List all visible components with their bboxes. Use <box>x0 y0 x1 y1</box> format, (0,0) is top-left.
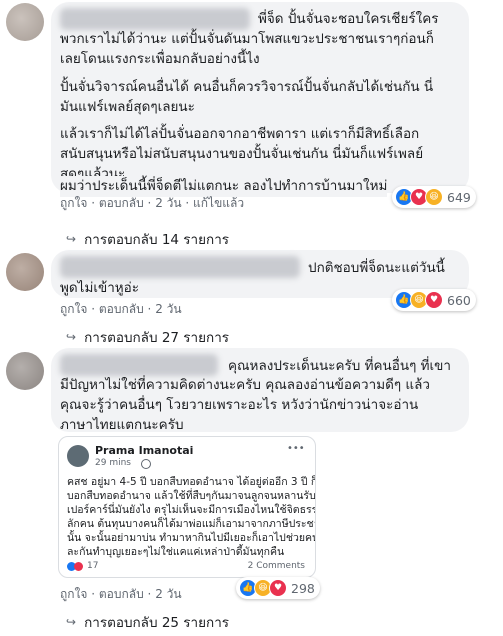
haha-icon: 😆 <box>425 188 443 206</box>
post-line: ลักคน ต้นทุนบางคนก็ได้มาพ่อแม่ก็เอามาจาก… <box>67 518 315 530</box>
globe-icon <box>141 459 151 469</box>
like-link[interactable]: ถูกใจ <box>60 194 87 213</box>
comment-line: คุณหลงประเด็นนะครับ ที่คนอื่นๆ ที่เขา <box>228 358 451 374</box>
commenter-name[interactable] <box>60 8 250 30</box>
love-icon: ♥ <box>425 291 443 309</box>
post-line: นั้น จะนั้นอย่ามาบ่น ทำมาหากินไปมีเยอะก็… <box>67 532 316 544</box>
view-replies-link[interactable]: ↪ การตอบกลับ 27 รายการ <box>66 326 229 348</box>
comment-line: พวกเราไม่ได้ว่านะ แต่ปั้นจั่นดันมาโพสแขว… <box>60 31 434 47</box>
replies-label: การตอบกลับ 25 รายการ <box>84 615 230 631</box>
comment-time[interactable]: 2 วัน <box>155 194 181 213</box>
comment-line: มันแฟร์เพลย์สุดๆเลยนะ <box>60 99 195 115</box>
post-comment-count: 2 Comments <box>247 561 305 571</box>
post-author-name: Prama Imanotai <box>95 444 194 457</box>
post-line: คสช อยู่มา 4-5 ปี บอกสืบทอดอำนาจ ได้อยู่… <box>67 476 316 488</box>
reaction-summary[interactable]: 👍 😆 ♥ 660 <box>392 289 476 311</box>
comment-line: เลยโดนแรงกระเพื่อมกลับอย่างนี้ไง <box>60 51 260 67</box>
view-replies-link[interactable]: ↪ การตอบกลับ 14 รายการ <box>66 228 229 250</box>
reaction-count: 649 <box>447 189 471 205</box>
embedded-post-image[interactable]: Prama Imanotai 29 mins ••• คสช อยู่มา 4-… <box>58 436 316 578</box>
like-link[interactable]: ถูกใจ <box>60 300 87 319</box>
reply-link[interactable]: ตอบกลับ <box>99 194 144 213</box>
commenter-name[interactable] <box>60 354 218 376</box>
reply-link[interactable]: ตอบกลับ <box>99 300 144 319</box>
reaction-summary[interactable]: 👍 😆 ♥ 298 <box>236 577 320 599</box>
avatar[interactable] <box>6 253 44 291</box>
replies-label: การตอบกลับ 27 รายการ <box>84 330 230 346</box>
comment-line: พี่จ็ด ปั้นจั่นจะชอบใครเชียร์ใคร <box>258 11 439 27</box>
reply-arrow-icon: ↪ <box>66 232 77 246</box>
commenter-name[interactable] <box>60 256 300 278</box>
comment-actions: ถูกใจ · ตอบกลับ · 2 วัน · แก้ไขแล้ว <box>60 194 244 213</box>
comment-line: คุณจะรู้ว่าคนอื่นๆ โวยวายเพราะอะไร หวังว… <box>60 397 419 413</box>
more-options-icon: ••• <box>287 443 305 454</box>
comment-line: ปั้นจั่นวิจารณ์คนอื่นได้ คนอื่นก็ควรวิจา… <box>60 79 434 95</box>
post-line: เปอร์คาร์นี่มันยังไง ตรุไม่เห็นจะมีการเม… <box>67 504 316 516</box>
reaction-count: 660 <box>447 292 471 308</box>
avatar[interactable] <box>6 352 44 390</box>
post-line: บอกสืบทอดอำนาจ แล้วใช้ที่สืบๆกันมาจนลูกจ… <box>67 490 316 502</box>
reply-link[interactable]: ตอบกลับ <box>99 585 144 604</box>
reaction-summary[interactable]: 👍 ♥ 😆 649 <box>392 186 476 208</box>
reply-arrow-icon: ↪ <box>66 615 77 629</box>
love-icon <box>74 561 83 571</box>
reply-arrow-icon: ↪ <box>66 330 77 344</box>
comment-line: มีปัญหาไม่ใช่ที่ความคิดต่างนะครับ คุณลอง… <box>60 377 430 393</box>
comment-actions: ถูกใจ · ตอบกลับ · 2 วัน <box>60 585 182 604</box>
post-reactions: 17 <box>67 561 98 571</box>
comment-time[interactable]: 2 วัน <box>155 300 181 319</box>
edited-label[interactable]: แก้ไขแล้ว <box>193 194 244 213</box>
post-line: ละกันทำบุญเยอะๆไม่ใช่แคแค่เหล่าป่าดี้มัน… <box>67 546 285 558</box>
post-time: 29 mins <box>95 458 131 468</box>
comment-line: พูดไม่เข้าหูอ่ะ <box>60 280 140 296</box>
avatar[interactable] <box>6 3 44 41</box>
comment-actions: ถูกใจ · ตอบกลับ · 2 วัน <box>60 300 182 319</box>
love-icon: ♥ <box>269 579 287 597</box>
replies-label: การตอบกลับ 14 รายการ <box>84 232 230 248</box>
post-reaction-count: 17 <box>87 561 99 571</box>
comment-time[interactable]: 2 วัน <box>155 585 181 604</box>
comment-line: ภาษาไทยแตกนะครับ <box>60 417 184 433</box>
reaction-count: 298 <box>291 580 315 596</box>
comment-line: แล้วเราก็ไม่ได้ไล่ปั้นจั่นออกจากอาชีพดาร… <box>60 126 420 142</box>
comment-line: ปกติชอบพี่จ็ดนะแต่วันนี้ <box>308 260 445 276</box>
view-replies-link[interactable]: ↪ การตอบกลับ 25 รายการ <box>66 611 229 633</box>
like-link[interactable]: ถูกใจ <box>60 585 87 604</box>
post-author-avatar <box>67 445 89 467</box>
comment-line: สนับสนุนหรือไม่สนับสนุนงานของปั้นจั่นเช่… <box>60 146 424 162</box>
